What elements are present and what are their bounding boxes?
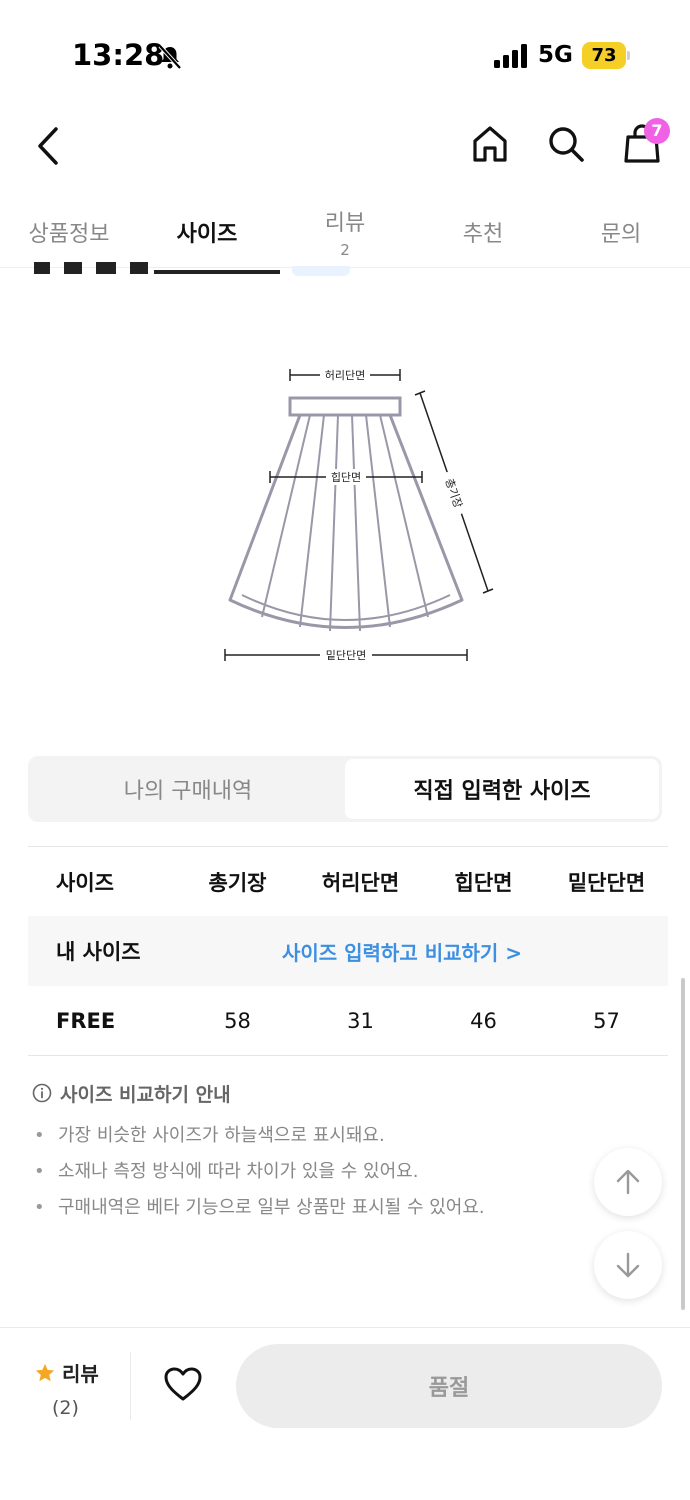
back-arrow-icon[interactable]	[30, 125, 66, 167]
tab-review-count: 2	[340, 240, 350, 259]
notice-title: 사이즈 비교하기 안내	[32, 1080, 632, 1106]
divider	[130, 1352, 131, 1420]
label-length: 총기장	[442, 477, 464, 510]
tab-inquiry[interactable]: 문의	[552, 196, 690, 267]
scroll-down-button[interactable]	[594, 1231, 662, 1299]
table-row: FREE 58 31 46 57	[28, 986, 668, 1056]
status-time: 13:28	[72, 38, 165, 72]
network-label: 5G	[538, 42, 573, 68]
soldout-button[interactable]: 품절	[236, 1344, 662, 1428]
cart-count-badge: 7	[644, 118, 670, 144]
search-icon[interactable]	[546, 124, 586, 164]
table-header-row: 사이즈 총기장 허리단면 힙단면 밑단단면	[28, 846, 668, 916]
list-item: 구매내역은 베타 기능으로 일부 상품만 표시될 수 있어요.	[32, 1190, 632, 1226]
entered-size-option[interactable]: 직접 입력한 사이즈	[345, 759, 659, 819]
tab-review[interactable]: 리뷰 2	[276, 196, 414, 267]
battery-indicator: 73	[582, 42, 626, 69]
battery-tip	[627, 51, 630, 60]
skirt-measurement-diagram: 허리단면 힙단면 총기장 밑단단면	[224, 367, 494, 663]
review-count: (2)	[52, 1397, 79, 1419]
my-size-row: 내 사이즈 사이즈 입력하고 비교하기 >	[28, 916, 668, 986]
signal-icon	[494, 44, 527, 68]
review-label: 리뷰	[62, 1362, 99, 1386]
bottom-action-bar: 리뷰 (2) 품절	[0, 1327, 690, 1500]
arrow-down-icon	[616, 1252, 640, 1278]
notice-list: 가장 비슷한 사이즈가 하늘색으로 표시돼요. 소재나 측정 방식에 따라 차이…	[32, 1118, 632, 1226]
star-icon	[35, 1363, 55, 1381]
status-bar: 13:28 5G 73	[0, 0, 690, 110]
info-icon	[32, 1083, 52, 1103]
label-hip: 힙단면	[331, 471, 361, 484]
list-item: 소재나 측정 방식에 따라 차이가 있을 수 있어요.	[32, 1154, 632, 1190]
clipped-heading	[30, 262, 290, 274]
size-compare-notice: 사이즈 비교하기 안내 가장 비슷한 사이즈가 하늘색으로 표시돼요. 소재나 …	[32, 1080, 632, 1226]
scroll-up-button[interactable]	[594, 1148, 662, 1216]
scrollbar[interactable]	[681, 978, 685, 1310]
home-icon[interactable]	[470, 124, 510, 164]
tab-size[interactable]: 사이즈	[138, 196, 276, 267]
section-tabs: 상품정보 사이즈 리뷰 2 추천 문의	[0, 196, 690, 268]
arrow-up-icon	[616, 1169, 640, 1195]
heart-icon[interactable]	[163, 1366, 203, 1402]
size-source-toggle: 나의 구매내역 직접 입력한 사이즈	[28, 756, 662, 822]
tab-product-info[interactable]: 상품정보	[0, 196, 138, 267]
clipped-badge	[292, 266, 350, 276]
purchase-history-option[interactable]: 나의 구매내역	[31, 759, 345, 819]
label-hem: 밑단단면	[326, 649, 366, 662]
label-waist: 허리단면	[325, 369, 365, 382]
list-item: 가장 비슷한 사이즈가 하늘색으로 표시돼요.	[32, 1118, 632, 1154]
top-header	[0, 110, 690, 182]
compare-size-link[interactable]: 사이즈 입력하고 비교하기 >	[176, 937, 668, 966]
tab-recommend[interactable]: 추천	[414, 196, 552, 267]
bell-muted-icon	[158, 44, 182, 70]
size-table: 사이즈 총기장 허리단면 힙단면 밑단단면 내 사이즈 사이즈 입력하고 비교하…	[28, 846, 668, 1056]
review-summary[interactable]: 리뷰 (2)	[34, 1358, 124, 1419]
